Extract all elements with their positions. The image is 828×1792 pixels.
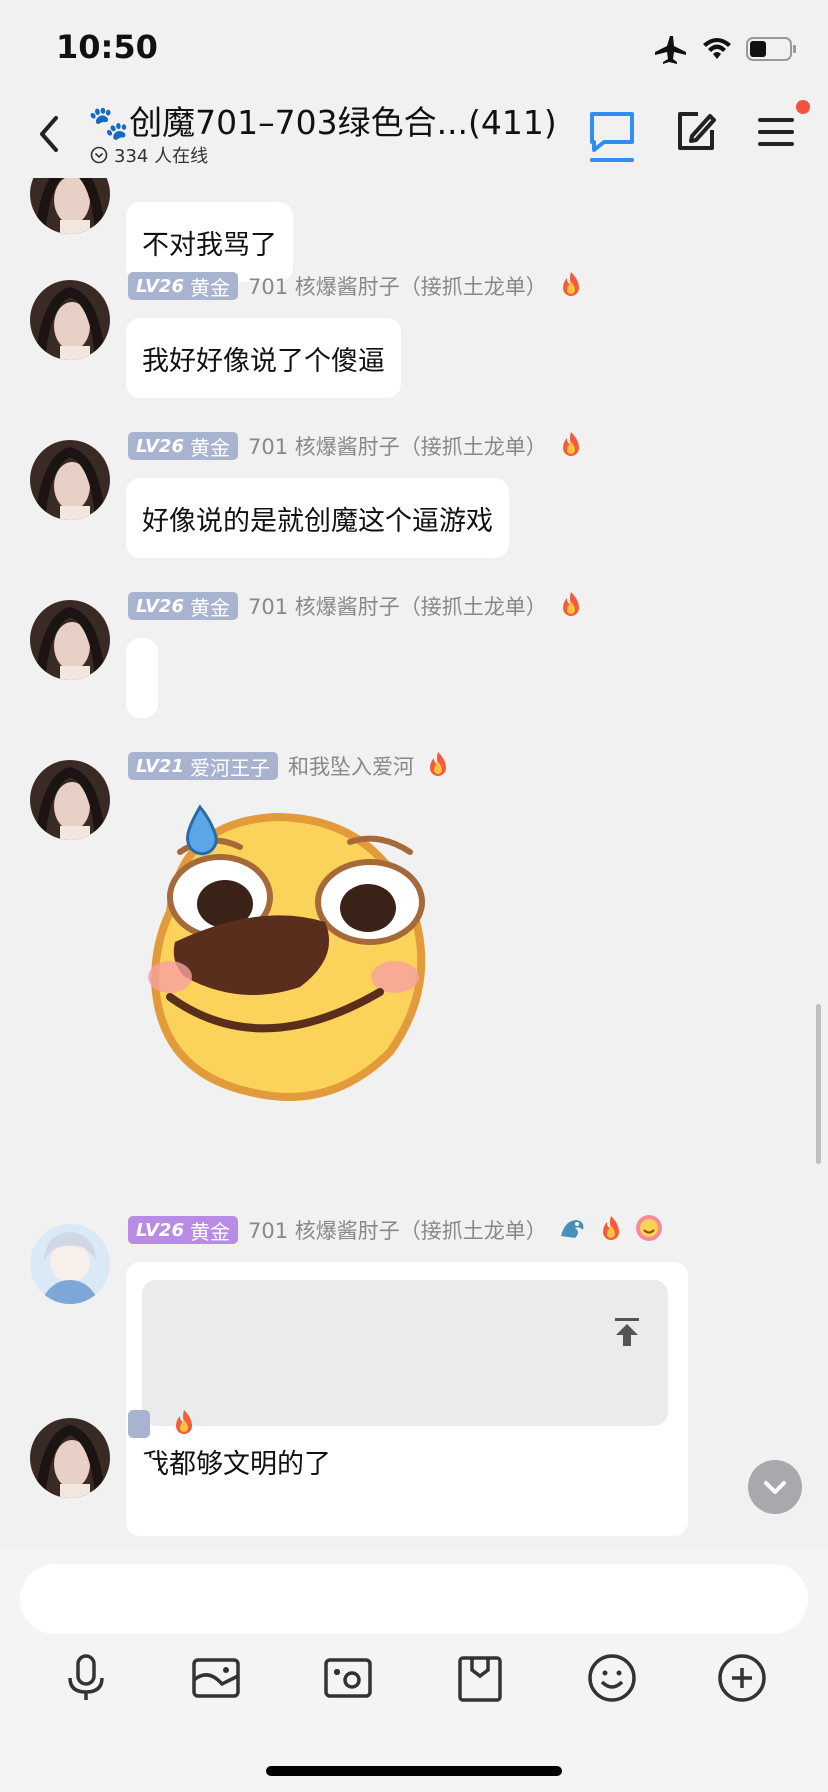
avatar[interactable] [30,1418,110,1498]
chevron-circle-icon [90,146,108,164]
chat-header: 🐾创魔701–703绿色合...(411) 334 人在线 [0,90,828,178]
sender-meta: LV21 爱河王子 和我坠入爱河 [128,752,452,780]
edit-button[interactable] [672,108,720,156]
sender-name[interactable]: 701 核爆酱肘子（接抓土龙单） [248,271,547,301]
avatar[interactable] [30,280,110,360]
chevron-left-icon [40,116,58,152]
fire-icon [424,750,452,782]
back-button[interactable] [34,110,64,158]
emoji-icon [588,1654,636,1702]
battery-icon [746,36,798,66]
more-button[interactable] [714,1650,770,1706]
chat-button[interactable] [588,108,636,162]
sweating-dog-emoji [148,804,426,1101]
message-text: 我好好像说了个傻逼 [142,345,385,377]
sender-meta [128,1410,198,1438]
message-input[interactable] [20,1564,808,1634]
level-badge: LV26 黄金 [128,1216,238,1244]
fire-icon [557,430,585,462]
menu-icon [758,118,794,146]
message-bubble[interactable]: 好像说的是就创魔这个逼游戏 [126,478,509,558]
fire-icon [557,270,585,302]
wifi-icon [702,37,732,65]
quoted-message[interactable] [142,1280,668,1426]
camera-button[interactable] [320,1650,376,1706]
status-time: 10:50 [56,28,158,66]
chat-icon [590,112,634,162]
sender-meta: LV26 黄金 701 核爆酱肘子（接抓土龙单） [128,272,585,300]
group-title[interactable]: 🐾创魔701–703绿色合...(411) [88,96,557,144]
sender-meta: LV26 黄金 701 核爆酱肘子（接抓土龙单） [128,1214,663,1246]
sender-name[interactable]: 701 核爆酱肘子（接抓土龙单） [248,431,547,461]
jump-to-quote-button[interactable] [612,1316,642,1348]
microphone-icon [68,1654,104,1700]
message-bubble[interactable] [126,1456,158,1536]
chevron-down-icon [764,1481,786,1494]
fire-icon [597,1214,625,1246]
avatar[interactable] [30,760,110,840]
home-indicator [266,1766,562,1776]
sender-meta: LV26 黄金 701 核爆酱肘子（接抓土龙单） [128,592,585,620]
avatar[interactable] [30,600,110,680]
fire-icon [557,590,585,622]
message-bubble[interactable]: 我都够文明的了 [126,1262,688,1536]
file-icon [458,1656,502,1702]
chat-screen: 10:50 🐾创魔701–703绿色合...(411) 334 人在线 不对我骂… [0,0,828,1792]
message-text: 我都够文明的了 [142,1449,331,1480]
image-icon [192,1658,240,1698]
sender-name[interactable]: 701 核爆酱肘子（接抓土龙单） [248,1215,547,1245]
avatar[interactable] [30,440,110,520]
sticker-image[interactable] [140,792,470,1112]
message-list[interactable]: 不对我骂了 LV26黄金 701 核爆酱肘子（接抓土龙单） 我好好像说了个傻逼 [0,178,828,1546]
level-badge: LV26 黄金 [128,272,238,300]
level-badge [128,1410,150,1438]
sender-name[interactable]: 和我坠入爱河 [288,751,414,781]
online-count-label: 334 人在线 [114,146,209,167]
status-icons [654,34,798,68]
sender-name[interactable]: 701 核爆酱肘子（接抓土龙单） [248,591,547,621]
level-badge: LV26 黄金 [128,592,238,620]
arrow-up-to-top-icon [615,1318,639,1346]
voice-button[interactable] [58,1650,114,1706]
avatar[interactable] [30,178,110,234]
message-bubble[interactable]: 不对我骂了 [126,202,293,282]
plus-icon [718,1654,766,1702]
composer [0,1546,828,1792]
avatar[interactable] [30,1224,110,1304]
level-badge: LV26 黄金 [128,432,238,460]
notification-dot [796,100,810,114]
smiley-badge-icon [635,1214,663,1246]
fire-icon [170,1408,198,1440]
message-bubble[interactable]: 我好好像说了个傻逼 [126,318,401,398]
menu-button[interactable] [752,100,810,156]
camera-icon [324,1658,372,1698]
edit-icon [678,112,716,150]
image-button[interactable] [188,1650,244,1706]
message-text: 不对我骂了 [142,229,277,261]
scroll-to-bottom-button[interactable] [748,1460,802,1514]
level-badge: LV21 爱河王子 [128,752,278,780]
message-bubble[interactable] [126,638,158,718]
sender-meta: LV26 黄金 701 核爆酱肘子（接抓土龙单） [128,432,585,460]
dragon-icon [557,1214,587,1246]
emoji-button[interactable] [584,1650,640,1706]
airplane-icon [654,34,688,68]
status-bar: 10:50 [0,0,828,100]
scrollbar[interactable] [816,1004,821,1164]
message-text: 好像说的是就创魔这个逼游戏 [142,505,493,537]
online-count: 334 人在线 [90,142,208,168]
file-button[interactable] [452,1650,508,1706]
